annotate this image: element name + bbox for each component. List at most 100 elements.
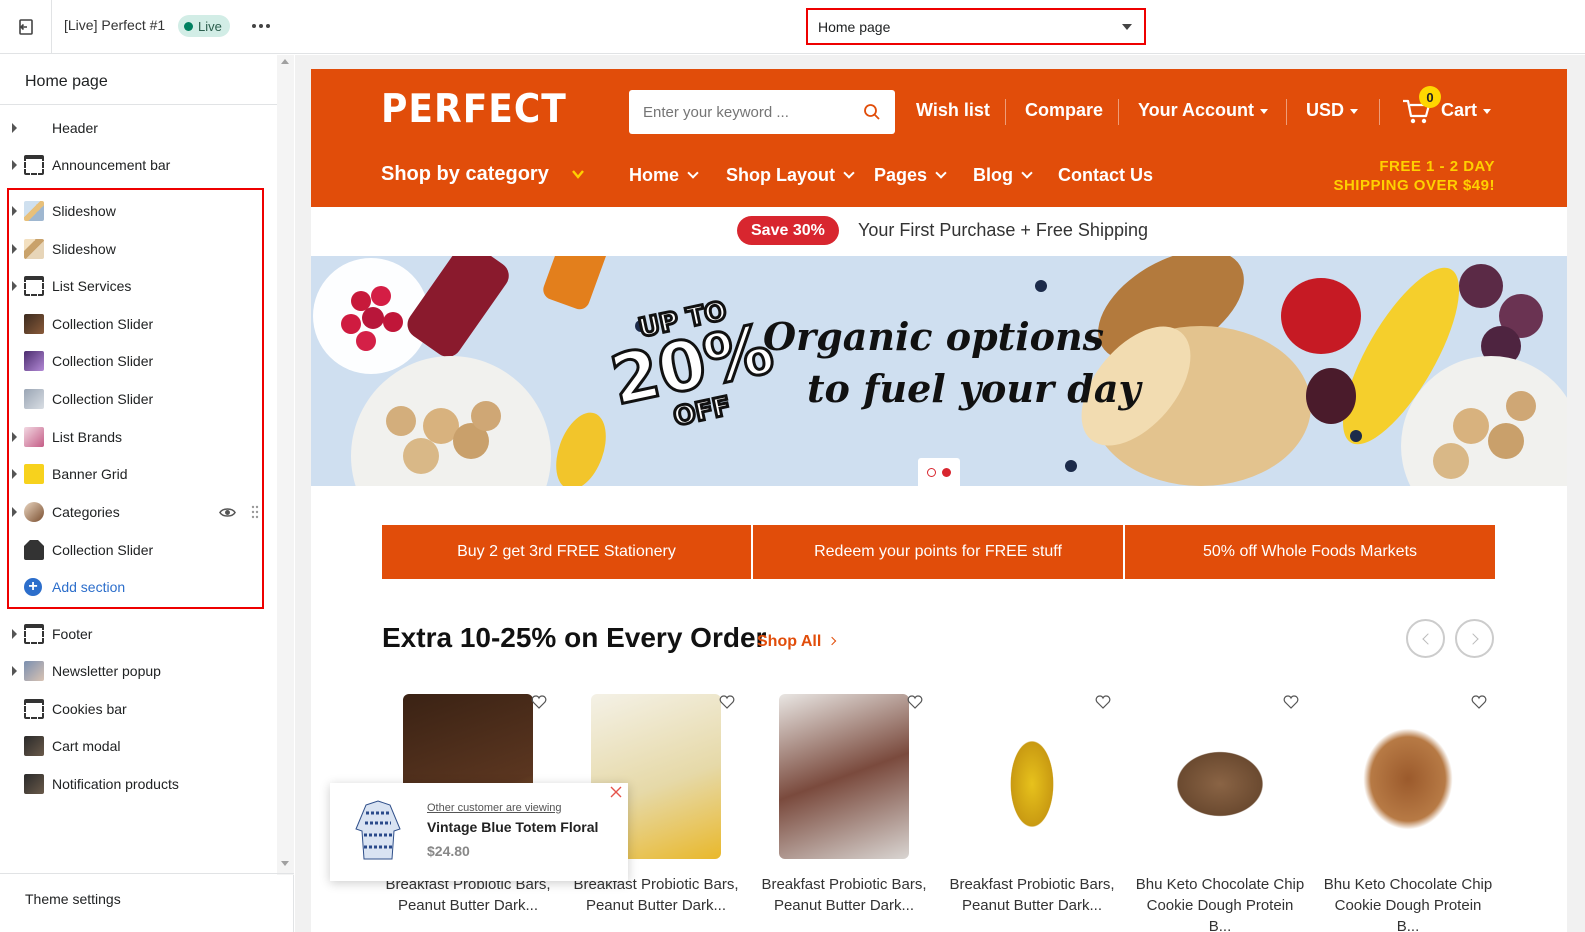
close-icon[interactable] [609,785,623,799]
expand-arrow-icon[interactable] [12,507,17,517]
cart-menu[interactable]: Cart [1441,100,1492,121]
live-label: Live [198,18,222,34]
sidebar-item-slideshow[interactable]: Slideshow [0,231,277,267]
product-name[interactable]: Bhu Keto Chocolate Chip Cookie Dough Prot… [1135,874,1305,932]
sidebar-scrollbar[interactable] [277,55,294,875]
product-card[interactable]: Breakfast Probiotic Bars, Peanut Butter D… [759,684,929,932]
expand-arrow-icon[interactable] [12,281,17,291]
expand-arrow-icon[interactable] [12,123,17,133]
product-thumbnail[interactable] [352,799,404,861]
sidebar-item-collection-slider[interactable]: Collection Slider [0,532,277,568]
product-card[interactable]: Breakfast Probiotic Bars, Peanut Butter D… [947,684,1117,932]
sidebar-item-footer[interactable]: Footer [0,616,277,652]
chevron-right-icon [1467,633,1479,645]
hero-slideshow[interactable]: UP TO 20% OFF Organic options to fuel yo… [311,256,1567,486]
product-name[interactable]: Breakfast Probiotic Bars, Peanut Butter D… [947,874,1117,916]
popup-product-name[interactable]: Vintage Blue Totem Floral [427,819,598,835]
slider-prev-button[interactable] [1406,619,1445,658]
compare-link[interactable]: Compare [1025,100,1103,121]
product-name[interactable]: Breakfast Probiotic Bars, Peanut Butter D… [759,874,929,916]
product-card[interactable]: Bhu Keto Chocolate Chip Cookie Dough Prot… [1323,684,1493,932]
heart-icon[interactable] [907,694,923,710]
heart-icon[interactable] [1095,694,1111,710]
sidebar-item-notification-products[interactable]: Notification products [0,766,277,802]
sidebar-item-list-services[interactable]: List Services [0,268,277,304]
expand-arrow-icon[interactable] [12,244,17,254]
shop-all-link[interactable]: Shop All [757,633,837,651]
nav-contact-us[interactable]: Contact Us [1058,165,1153,186]
sidebar-item-announcement-bar[interactable]: Announcement bar [0,147,277,183]
sidebar-item-collection-slider[interactable]: Collection Slider [0,306,277,342]
chevron-down-icon[interactable] [571,167,585,181]
scroll-up-icon[interactable] [281,59,289,64]
heart-icon[interactable] [1283,694,1299,710]
divider [0,104,277,105]
add-section-button[interactable]: + Add section [24,578,125,596]
sidebar-item-categories[interactable]: Categories [0,494,277,530]
theme-settings-link[interactable]: Theme settings [25,891,121,907]
store-header: PERFECT Wish list Compare Your Account U… [311,69,1567,207]
sidebar-item-cart-modal[interactable]: Cart modal [0,728,277,764]
product-image[interactable] [967,694,1097,859]
announcement-bar: Save 30% Your First Purchase + Free Ship… [311,207,1567,255]
slide-dot[interactable] [927,468,936,477]
nav-label: Blog [973,165,1013,185]
eye-icon[interactable] [219,504,236,521]
expand-arrow-icon[interactable] [12,629,17,639]
sidebar-item-header[interactable]: Header [0,110,277,146]
product-name-line: Peanut Butter Dark... [585,897,727,914]
nav-blog[interactable]: Blog [973,165,1033,186]
sidebar-item-collection-slider[interactable]: Collection Slider [0,343,277,379]
sidebar-item-label: Collection Slider [52,316,154,332]
heart-icon[interactable] [1471,694,1487,710]
nav-home[interactable]: Home [629,165,699,186]
product-image[interactable] [1155,694,1285,859]
slider-next-button[interactable] [1455,619,1494,658]
product-card[interactable]: Bhu Keto Chocolate Chip Cookie Dough Prot… [1135,684,1305,932]
expand-arrow-icon[interactable] [12,666,17,676]
plus-circle-icon: + [24,578,42,596]
service-item[interactable]: Redeem your points for FREE stuff [753,525,1123,579]
search-input[interactable] [643,90,843,134]
more-actions-button[interactable] [250,14,272,38]
product-name-line: Cookie Dough Protein B... [1146,897,1294,932]
account-menu[interactable]: Your Account [1138,100,1268,121]
chevron-down-icon [687,167,699,179]
product-image[interactable] [1343,694,1473,859]
shop-by-category-button[interactable]: Shop by category [381,163,549,186]
product-name-line: Bhu Keto Chocolate Chip [1135,876,1305,893]
sidebar-item-list-brands[interactable]: List Brands [0,419,277,455]
service-item[interactable]: 50% off Whole Foods Markets [1125,525,1495,579]
sidebar-item-cookies-bar[interactable]: Cookies bar [0,691,277,727]
sidebar-item-collection-slider[interactable]: Collection Slider [0,381,277,417]
slide-dot-active[interactable] [942,468,951,477]
expand-arrow-icon[interactable] [12,160,17,170]
heart-icon[interactable] [531,694,547,710]
expand-arrow-icon[interactable] [12,206,17,216]
exit-button[interactable] [0,0,52,54]
store-logo[interactable]: PERFECT [381,87,567,131]
recent-viewing-popup[interactable]: Other customer are viewing Vintage Blue … [330,783,628,881]
sidebar-item-label: Collection Slider [52,353,154,369]
sidebar-item-slideshow[interactable]: Slideshow [0,193,277,229]
product-image[interactable] [779,694,909,859]
nav-shop-layout[interactable]: Shop Layout [726,165,855,186]
nav-pages[interactable]: Pages [874,165,947,186]
scroll-down-icon[interactable] [281,861,289,866]
page-selector[interactable]: Home page [806,8,1146,45]
expand-arrow-icon[interactable] [12,432,17,442]
product-name[interactable]: Bhu Keto Chocolate Chip Cookie Dough Prot… [1323,874,1493,932]
section-thumbnail [24,351,44,371]
sidebar-item-newsletter-popup[interactable]: Newsletter popup [0,653,277,689]
service-item[interactable]: Buy 2 get 3rd FREE Stationery [382,525,751,579]
wishlist-link[interactable]: Wish list [916,100,990,121]
search-icon[interactable] [863,103,881,121]
heart-icon[interactable] [719,694,735,710]
drag-handle-icon[interactable] [251,504,259,520]
sidebar-item-banner-grid[interactable]: Banner Grid [0,456,277,492]
sidebar-item-label: Cookies bar [52,701,127,717]
section-layout-icon [24,699,44,719]
chevron-down-icon [1260,108,1268,114]
currency-selector[interactable]: USD [1306,100,1359,121]
expand-arrow-icon[interactable] [12,469,17,479]
